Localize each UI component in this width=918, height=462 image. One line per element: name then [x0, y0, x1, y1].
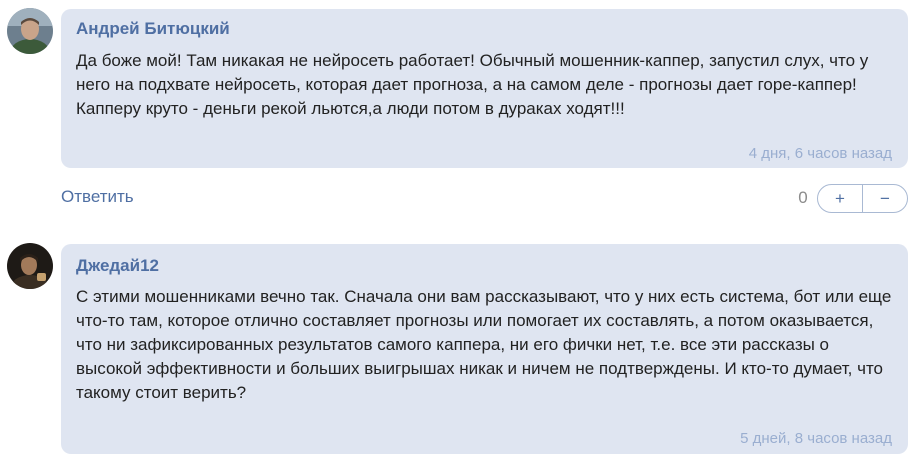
downvote-button[interactable]: − [862, 184, 908, 213]
comment-bubble: Джедай12 С этими мошенниками вечно так. … [61, 244, 908, 454]
avatar[interactable] [7, 243, 53, 289]
reply-button[interactable]: Ответить [61, 187, 134, 207]
comment-text: С этими мошенниками вечно так. Сначала о… [76, 287, 892, 402]
comment-timestamp[interactable]: 5 дней, 8 часов назад [740, 430, 892, 447]
vote-score: 0 [798, 188, 808, 207]
comment-bubble: Андрей Битюцкий Да боже мой! Там никакая… [61, 9, 908, 168]
user-avatar-icon [7, 243, 53, 289]
comment-timestamp[interactable]: 4 дня, 6 часов назад [749, 145, 892, 162]
avatar[interactable] [7, 8, 53, 54]
user-avatar-icon [7, 8, 53, 54]
upvote-button[interactable]: + [817, 184, 863, 213]
comment-author[interactable]: Джедай12 [76, 256, 159, 276]
comment-author[interactable]: Андрей Битюцкий [76, 19, 230, 39]
comment-text: Да боже мой! Там никакая не нейросеть ра… [76, 51, 869, 118]
